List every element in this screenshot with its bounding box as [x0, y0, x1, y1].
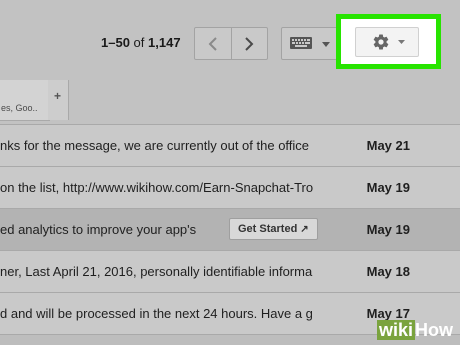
input-tools-button[interactable]: [281, 27, 339, 60]
message-date: May 19: [366, 180, 410, 195]
external-link-icon: ↗: [300, 224, 309, 235]
category-tabs: es, Goo.. +: [0, 80, 460, 125]
message-date: May 19: [366, 222, 410, 237]
tab-label: es, Goo..: [1, 103, 38, 113]
message-snippet: ner, Last April 21, 2016, personally ide…: [0, 264, 313, 279]
chevron-left-icon: [208, 36, 217, 51]
message-list: nks for the message, we are currently ou…: [0, 125, 460, 335]
chevron-right-icon: [245, 36, 254, 51]
settings-button[interactable]: [355, 27, 419, 57]
wikihow-watermark: wiki How: [376, 320, 453, 340]
tab-category[interactable]: es, Goo..: [0, 80, 50, 121]
message-date: May 21: [366, 138, 410, 153]
chevron-down-icon: [322, 42, 330, 47]
message-snippet: d and will be processed in the next 24 h…: [0, 306, 313, 321]
chevron-down-icon: [398, 40, 405, 44]
newer-button[interactable]: [195, 28, 231, 59]
gear-icon: [373, 34, 389, 50]
message-snippet: on the list, http://www.wikihow.com/Earn…: [0, 180, 314, 195]
pagination-buttons: [194, 27, 268, 60]
table-row[interactable]: ner, Last April 21, 2016, personally ide…: [0, 251, 460, 293]
table-row[interactable]: on the list, http://www.wikihow.com/Earn…: [0, 167, 460, 209]
table-row[interactable]: nks for the message, we are currently ou…: [0, 125, 460, 167]
message-date: May 18: [366, 264, 410, 279]
older-button[interactable]: [230, 28, 268, 59]
toolbar: 1–50 of 1,147: [0, 0, 460, 80]
add-tab-button[interactable]: +: [48, 80, 69, 120]
get-started-button[interactable]: Get Started ↗: [229, 218, 318, 240]
table-row[interactable]: ed analytics to improve your app's Get S…: [0, 209, 460, 251]
settings-highlight: [336, 14, 441, 69]
message-snippet: nks for the message, we are currently ou…: [0, 138, 310, 153]
plus-icon: +: [54, 89, 62, 103]
keyboard-icon: [290, 37, 312, 49]
pagination-count: 1–50 of 1,147: [101, 35, 181, 50]
